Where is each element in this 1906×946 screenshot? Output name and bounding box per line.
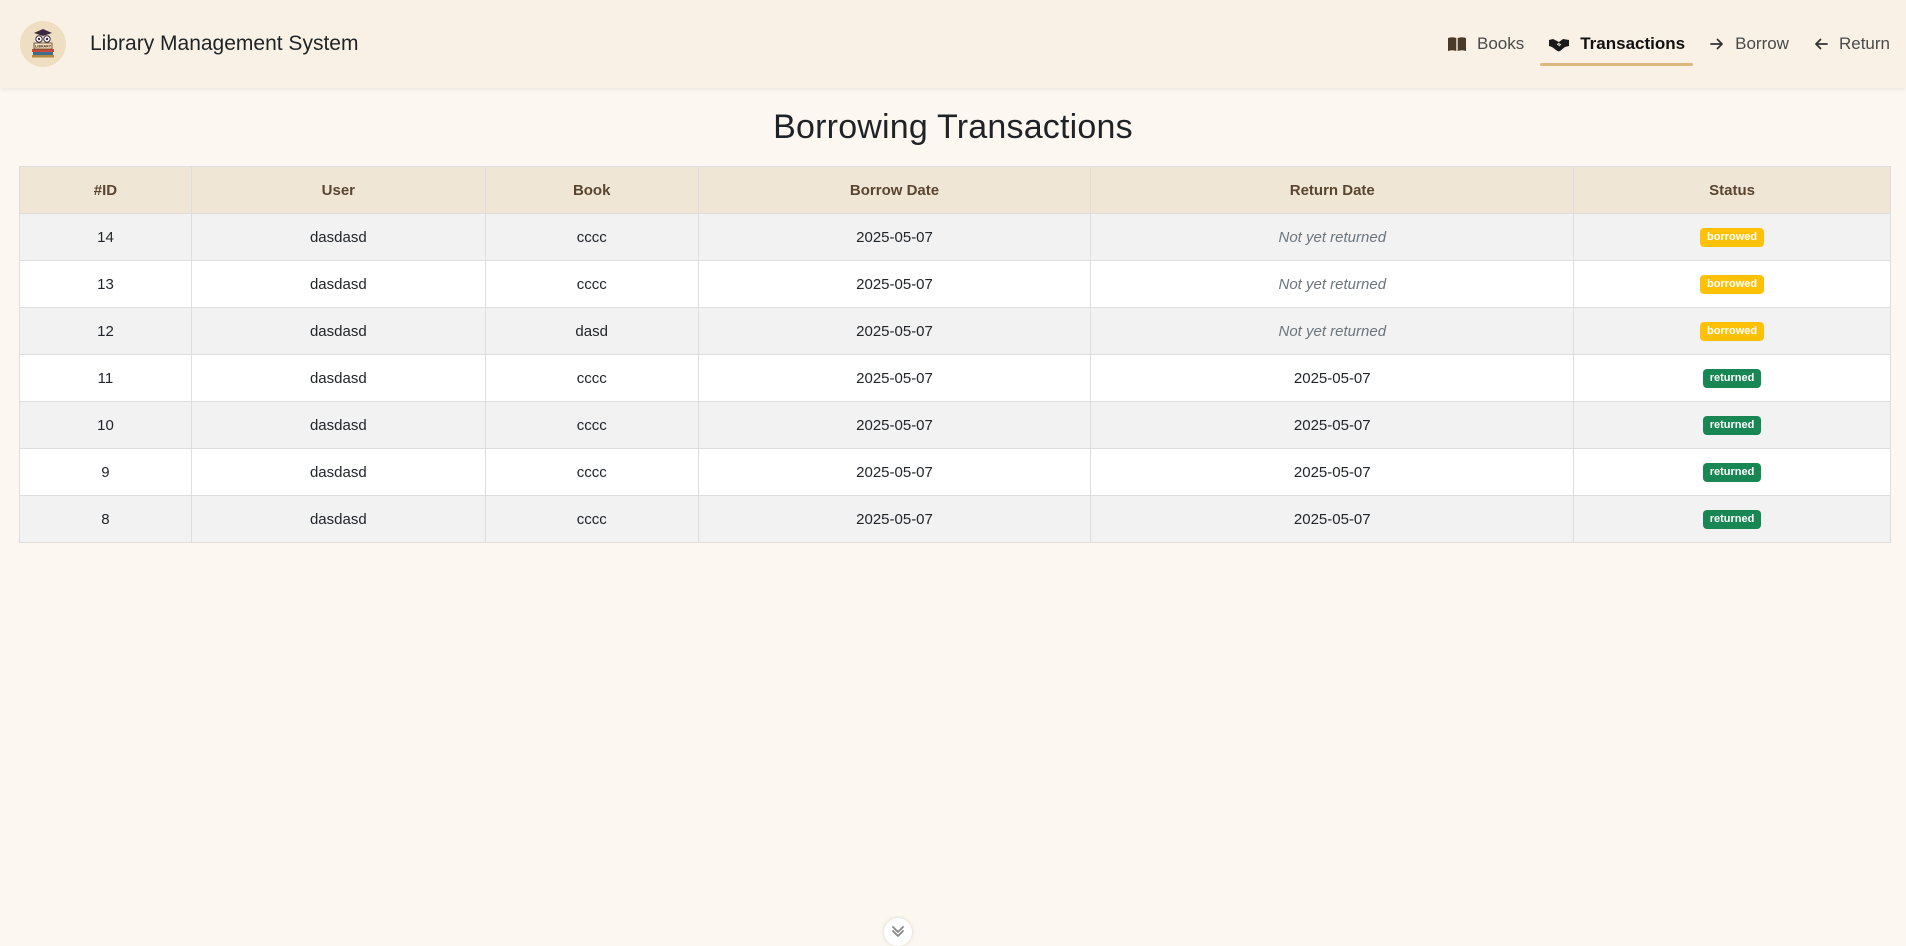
cell-status: returned (1573, 495, 1891, 543)
status-badge: returned (1702, 463, 1762, 482)
cell-id: 10 (19, 401, 192, 449)
status-badge: borrowed (1700, 228, 1765, 247)
cell-user: dasdasd (190, 495, 486, 543)
cell-user: dasdasd (190, 401, 486, 449)
cell-borrow-date: 2025-05-07 (697, 448, 1092, 496)
status-badge: returned (1702, 510, 1762, 529)
cell-return-date: Not yet returned (1090, 213, 1575, 261)
nav-transactions-label: Transactions (1580, 34, 1686, 53)
library-logo: LIBRARY (20, 21, 66, 67)
cell-id: 9 (19, 448, 192, 496)
cell-borrow-date: 2025-05-07 (697, 495, 1092, 543)
table-header-row: #ID User Book Borrow Date Return Date St… (19, 166, 1891, 214)
cell-borrow-date: 2025-05-07 (697, 401, 1092, 449)
column-header-status: Status (1573, 166, 1891, 214)
cell-book: cccc (484, 260, 699, 308)
brand[interactable]: LIBRARY Library Management System (20, 21, 358, 67)
status-badge: returned (1702, 416, 1762, 435)
logo-text: LIBRARY (35, 45, 52, 49)
main-nav: Books Transactions Borrow Return (1431, 0, 1906, 88)
cell-user: dasdasd (190, 448, 486, 496)
column-header-id: #ID (19, 166, 192, 214)
cell-status: borrowed (1573, 307, 1891, 355)
cell-user: dasdasd (190, 260, 486, 308)
status-badge: returned (1702, 369, 1762, 388)
nav-books[interactable]: Books (1439, 24, 1532, 64)
cell-return-date: Not yet returned (1090, 260, 1575, 308)
cell-book: cccc (484, 495, 699, 543)
cell-return-date: Not yet returned (1090, 307, 1575, 355)
cell-id: 12 (19, 307, 192, 355)
table-row: 10 dasdasd cccc 2025-05-07 2025-05-07 re… (19, 401, 1891, 449)
status-badge: borrowed (1700, 322, 1765, 341)
page-title: Borrowing Transactions (773, 108, 1133, 146)
cell-status: returned (1573, 448, 1891, 496)
cell-user: dasdasd (190, 307, 486, 355)
cell-id: 14 (19, 213, 192, 261)
column-header-book: Book (484, 166, 699, 214)
column-header-user: User (190, 166, 486, 214)
scroll-down-button[interactable] (884, 918, 912, 946)
cell-borrow-date: 2025-05-07 (697, 307, 1092, 355)
cell-id: 13 (19, 260, 192, 308)
book-open-icon (1447, 36, 1467, 52)
transactions-table: #ID User Book Borrow Date Return Date St… (19, 166, 1891, 543)
cell-status: borrowed (1573, 213, 1891, 261)
chevron-down-icon (891, 924, 905, 942)
table-row: 12 dasdasd dasd 2025-05-07 Not yet retur… (19, 307, 1891, 355)
status-badge: borrowed (1700, 275, 1765, 294)
table-row: 9 dasdasd cccc 2025-05-07 2025-05-07 ret… (19, 448, 1891, 496)
cell-status: borrowed (1573, 260, 1891, 308)
cell-book: cccc (484, 401, 699, 449)
column-header-borrow-date: Borrow Date (697, 166, 1092, 214)
cell-borrow-date: 2025-05-07 (697, 260, 1092, 308)
cell-return-date: 2025-05-07 (1090, 354, 1575, 402)
top-navbar: LIBRARY Library Management System Books (0, 0, 1906, 88)
cell-return-date: 2025-05-07 (1090, 495, 1575, 543)
nav-borrow[interactable]: Borrow (1701, 24, 1797, 64)
cell-user: dasdasd (190, 354, 486, 402)
nav-transactions[interactable]: Transactions (1540, 24, 1693, 66)
cell-borrow-date: 2025-05-07 (697, 213, 1092, 261)
cell-book: cccc (484, 213, 699, 261)
cell-status: returned (1573, 401, 1891, 449)
table-row: 8 dasdasd cccc 2025-05-07 2025-05-07 ret… (19, 495, 1891, 543)
handshake-icon (1548, 36, 1570, 52)
cell-return-date: 2025-05-07 (1090, 448, 1575, 496)
cell-borrow-date: 2025-05-07 (697, 354, 1092, 402)
nav-return[interactable]: Return (1805, 24, 1898, 64)
nav-books-label: Books (1476, 34, 1525, 53)
column-header-return-date: Return Date (1090, 166, 1575, 214)
cell-book: cccc (484, 354, 699, 402)
arrow-right-icon (1709, 36, 1725, 52)
nav-return-label: Return (1838, 34, 1890, 53)
cell-user: dasdasd (190, 213, 486, 261)
cell-return-date: 2025-05-07 (1090, 401, 1575, 449)
cell-id: 11 (19, 354, 192, 402)
cell-book: dasd (484, 307, 699, 355)
table-row: 13 dasdasd cccc 2025-05-07 Not yet retur… (19, 260, 1891, 308)
table-row: 14 dasdasd cccc 2025-05-07 Not yet retur… (19, 213, 1891, 261)
arrow-left-icon (1813, 36, 1829, 52)
app-title: Library Management System (90, 32, 359, 55)
cell-id: 8 (19, 495, 192, 543)
nav-borrow-label: Borrow (1735, 34, 1789, 53)
cell-book: cccc (484, 448, 699, 496)
table-row: 11 dasdasd cccc 2025-05-07 2025-05-07 re… (19, 354, 1891, 402)
cell-status: returned (1573, 354, 1891, 402)
